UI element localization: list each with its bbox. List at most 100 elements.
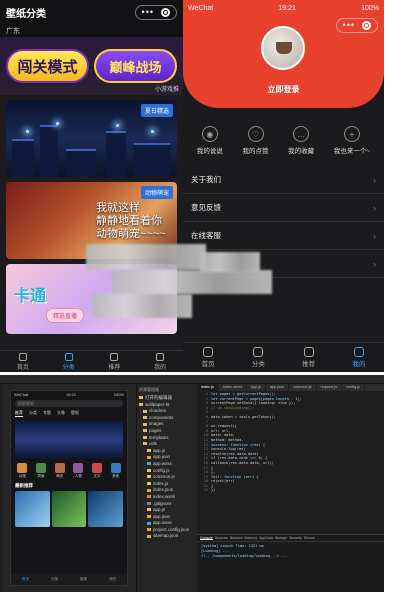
tab-mine[interactable]: 我的 xyxy=(352,347,365,368)
file-tree-item[interactable]: project.config.json xyxy=(139,527,195,534)
file-tree-item[interactable]: 打开的编辑器 xyxy=(139,395,195,402)
editor-tab[interactable]: config.js xyxy=(342,384,365,391)
category-card-city[interactable]: 夏日精选 xyxy=(6,100,177,177)
file-tree-item[interactable]: common.js xyxy=(139,474,195,481)
tab-category[interactable]: 分类 xyxy=(63,352,75,371)
editor-tab[interactable]: common.js xyxy=(289,384,317,391)
code-area[interactable]: 1 let pages = getCurrentPages(); 2 let curr… xyxy=(197,392,384,532)
more-dots-icon[interactable]: ••• xyxy=(343,21,355,30)
file-name: wallpaper-kt xyxy=(145,401,170,407)
file-tree-item[interactable]: app.js xyxy=(139,507,195,514)
challenge-mode-button[interactable]: 闯关模式 xyxy=(6,49,89,83)
console-output: [system] Launch Time: 1321 ms [Loading] .… xyxy=(197,542,384,561)
sim-hero-image[interactable] xyxy=(15,421,123,459)
sim-tab[interactable]: 推荐 xyxy=(15,410,23,417)
file-tree-item[interactable]: components xyxy=(139,415,195,422)
sim-category[interactable]: 动漫 xyxy=(17,463,28,479)
file-tree-item[interactable]: app.json xyxy=(139,514,195,521)
sim-tab[interactable]: 专题 xyxy=(43,410,51,417)
battle-button[interactable]: 巅峰战场 xyxy=(94,49,177,83)
sim-category[interactable]: 风景 xyxy=(35,463,46,479)
editor-tab[interactable]: app.js xyxy=(247,384,266,391)
file-tree-item[interactable]: index.json xyxy=(139,487,195,494)
sim-category[interactable]: 人物 xyxy=(73,463,84,479)
chevron-right-icon: › xyxy=(373,174,376,185)
sim-tab[interactable]: 壁纸 xyxy=(71,410,79,417)
tab-category[interactable]: 分类 xyxy=(252,347,265,368)
sim-tab[interactable]: 头像 xyxy=(57,410,65,417)
file-icon xyxy=(147,515,151,518)
tab-home[interactable]: 首页 xyxy=(17,352,29,371)
editor-tabs: index.js index.wxml app.js app.json common.j… xyxy=(197,384,384,391)
shortcut-my-likes[interactable]: ♡ 我的点赞 xyxy=(243,126,269,166)
file-tree-item[interactable]: index.js xyxy=(139,481,195,488)
sim-tab-recommend[interactable]: 推荐 xyxy=(80,577,87,582)
list-item-support[interactable]: 在线客服 › xyxy=(183,222,384,250)
chevron-right-icon: › xyxy=(373,202,376,213)
sim-tab-category[interactable]: 分类 xyxy=(51,577,58,582)
sim-category[interactable]: 文字 xyxy=(91,463,102,479)
sim-thumbnail[interactable] xyxy=(51,491,87,527)
region-label[interactable]: 广东 xyxy=(0,24,183,37)
file-icon xyxy=(147,475,151,479)
editor-tab[interactable]: index.wxml xyxy=(219,384,247,391)
sim-tab[interactable]: 分类 xyxy=(29,410,37,417)
console-tab[interactable]: Console xyxy=(200,536,213,540)
console-tab[interactable]: Storage xyxy=(275,536,287,540)
console-tab[interactable]: Security xyxy=(289,536,302,540)
file-tree-item[interactable]: wallpaper-kt xyxy=(139,402,195,409)
sim-category[interactable]: 其他 xyxy=(110,463,121,479)
tab-mine[interactable]: 我的 xyxy=(154,352,166,371)
sim-search-input[interactable]: 搜索壁纸 xyxy=(15,400,123,407)
shortcut-more[interactable]: + 我也来一个~ xyxy=(334,126,370,166)
street-lamp xyxy=(151,130,154,133)
sim-category-label: 动漫 xyxy=(18,474,26,478)
file-tree-item[interactable]: app.wxss xyxy=(139,461,195,468)
file-tree-item[interactable]: .gitignore xyxy=(139,501,195,508)
sim-thumbnail[interactable] xyxy=(15,491,50,527)
tab-recommend[interactable]: 推荐 xyxy=(108,352,120,371)
tab-label: 推荐 xyxy=(302,361,316,368)
file-tree-item[interactable]: templates xyxy=(139,435,195,442)
sim-category[interactable]: 萌宠 xyxy=(54,463,65,479)
file-tree-item[interactable]: images xyxy=(139,421,195,428)
console-tab[interactable]: Sources xyxy=(215,536,228,540)
category-thumb-icon xyxy=(91,463,102,473)
file-tree-item[interactable]: app.wxss xyxy=(139,520,195,527)
tab-recommend[interactable]: 推荐 xyxy=(302,347,315,368)
file-tree-item[interactable]: index.wxml xyxy=(139,494,195,501)
login-button[interactable]: 立即登录 xyxy=(183,84,384,95)
editor-tab[interactable]: request.js xyxy=(317,384,342,391)
list-item-about[interactable]: 关于我们 › xyxy=(183,166,384,194)
sim-tab-mine[interactable]: 我的 xyxy=(109,577,116,582)
list-item-feedback[interactable]: 意见反馈 › xyxy=(183,194,384,222)
file-tree-item[interactable]: utils xyxy=(139,441,195,448)
redaction-mosaic xyxy=(86,244,206,270)
tab-home[interactable]: 首页 xyxy=(202,347,215,368)
sim-tab-home[interactable]: 首页 xyxy=(22,577,29,582)
sim-thumbnail[interactable] xyxy=(88,491,124,527)
target-icon[interactable] xyxy=(161,7,170,17)
file-tree-item[interactable]: config.js xyxy=(139,468,195,475)
console-tab[interactable]: AppData xyxy=(259,536,273,540)
console-tab[interactable]: Memory xyxy=(245,536,258,540)
file-tree-item[interactable]: sitemap.json xyxy=(139,533,195,540)
editor-tab[interactable]: index.js xyxy=(197,384,219,391)
console-tab[interactable]: Network xyxy=(230,536,243,540)
file-tree-item[interactable]: pages xyxy=(139,428,195,435)
miniprogram-capsule[interactable]: ••• xyxy=(134,4,177,20)
more-dots-icon[interactable]: ••• xyxy=(142,7,154,17)
miniprogram-capsule[interactable]: ••• xyxy=(335,18,378,33)
editor-tab[interactable]: app.json xyxy=(266,384,290,391)
shortcut-my-posts[interactable]: ◉ 我的说说 xyxy=(197,126,223,166)
target-icon[interactable] xyxy=(362,21,371,30)
avatar[interactable] xyxy=(261,26,305,70)
file-name: project.config.json xyxy=(153,526,190,532)
file-tree-item[interactable]: app.js xyxy=(139,448,195,455)
game-banner[interactable]: 闯关模式 巅峰战场 小游戏推 xyxy=(0,37,183,95)
console-tab[interactable]: Sensor xyxy=(304,536,315,540)
shortcut-my-favorites[interactable]: … 我的收藏 xyxy=(288,126,314,166)
file-icon xyxy=(147,449,151,453)
file-tree-item[interactable]: cloudres xyxy=(139,408,195,415)
file-tree-item[interactable]: app.json xyxy=(139,454,195,461)
